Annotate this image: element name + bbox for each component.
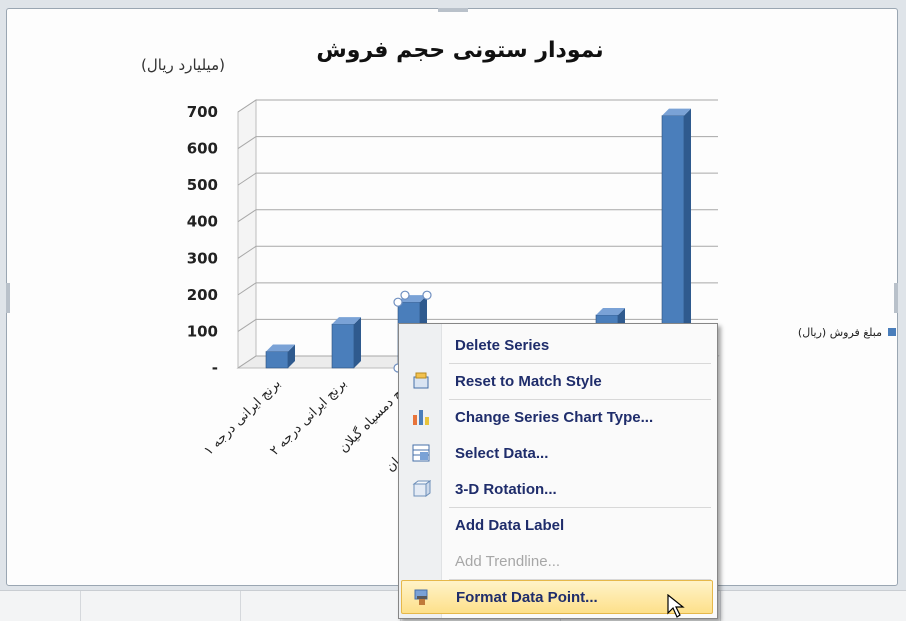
- menu-item-select-data[interactable]: Select Data...: [401, 436, 713, 470]
- menu-item-label: 3-D Rotation...: [455, 480, 557, 498]
- y-tick-label: 400: [187, 213, 218, 231]
- mouse-pointer-icon: [667, 594, 685, 618]
- menu-item-add-trendline: Add Trendline...: [401, 544, 713, 578]
- bar-front: [265, 351, 289, 369]
- y-tick-label: 600: [187, 140, 218, 158]
- menu-item-delete-series[interactable]: Delete Series: [401, 328, 713, 362]
- selection-handle[interactable]: [422, 290, 432, 300]
- bar[interactable]: [331, 317, 361, 369]
- context-menu: Delete Series Reset to Match Style Chang…: [398, 323, 718, 619]
- gridline: [237, 99, 718, 113]
- legend-swatch: [888, 328, 896, 336]
- rotation-3d-icon: [401, 472, 441, 506]
- menu-item-label: Reset to Match Style: [455, 372, 602, 390]
- side-wall: [237, 99, 257, 369]
- gridline: [237, 209, 718, 223]
- gridline: [237, 282, 718, 296]
- gridline: [237, 136, 718, 149]
- y-tick-label: 200: [187, 286, 218, 304]
- bar-side: [354, 317, 361, 368]
- y-tick-label: 500: [187, 176, 218, 194]
- format-point-icon: [402, 580, 442, 614]
- menu-item-label: Add Trendline...: [455, 552, 561, 570]
- gridline: [237, 172, 718, 186]
- reset-style-icon: [401, 364, 441, 398]
- chart-type-icon: [401, 400, 441, 434]
- menu-item-label: Delete Series: [455, 336, 550, 354]
- y-tick-label: 300: [187, 249, 218, 267]
- bar-front: [331, 323, 355, 369]
- y-tick-label: -: [212, 359, 218, 377]
- selection-handle[interactable]: [393, 297, 403, 307]
- legend[interactable]: مبلغ فروش (ریال): [762, 322, 896, 342]
- menu-item-add-data-label[interactable]: Add Data Label: [401, 508, 713, 542]
- selection-handle[interactable]: [400, 290, 410, 300]
- menu-item-label: Add Data Label: [455, 516, 565, 534]
- menu-item-reset-to-match-style[interactable]: Reset to Match Style: [401, 364, 713, 398]
- y-tick-label: 100: [187, 322, 218, 340]
- menu-item-label: Select Data...: [455, 444, 549, 462]
- menu-item-label: Change Series Chart Type...: [455, 408, 654, 426]
- y-tick-label: 700: [187, 103, 218, 121]
- gridline: [237, 245, 718, 259]
- bar[interactable]: [265, 344, 295, 369]
- select-data-icon: [401, 436, 441, 470]
- menu-item-label: Format Data Point...: [456, 588, 598, 606]
- menu-item-3d-rotation[interactable]: 3-D Rotation...: [401, 472, 713, 506]
- legend-entry-label: مبلغ فروش (ریال): [797, 325, 882, 339]
- menu-item-change-series-chart-type[interactable]: Change Series Chart Type...: [401, 400, 713, 434]
